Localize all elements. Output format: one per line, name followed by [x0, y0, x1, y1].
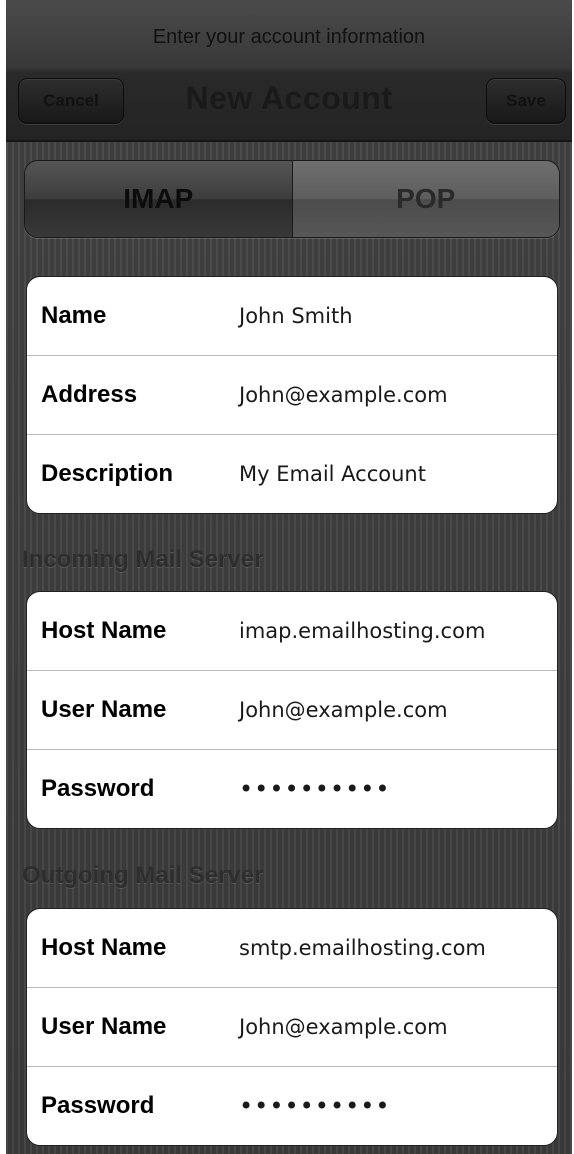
address-row[interactable]: Address John@example.com: [27, 356, 557, 435]
segment-pop[interactable]: POP: [292, 161, 559, 237]
outgoing-host-row[interactable]: Host Name smtp.emailhosting.com: [27, 909, 557, 988]
name-label: Name: [41, 302, 107, 329]
navigation-bar: Enter your account information Cancel Ne…: [6, 0, 572, 142]
incoming-user-label: User Name: [41, 696, 167, 723]
screen-content: Enter your account information Cancel Ne…: [6, 0, 572, 1154]
outgoing-user-label: User Name: [41, 1013, 167, 1040]
incoming-password-row[interactable]: Password ••••••••••: [27, 750, 557, 828]
name-field[interactable]: John Smith: [239, 277, 353, 355]
navigation-prompt: Enter your account information: [152, 26, 426, 48]
incoming-user-field[interactable]: John@example.com: [239, 671, 448, 749]
name-row[interactable]: Name John Smith: [27, 277, 557, 356]
incoming-password-field[interactable]: ••••••••••: [239, 750, 391, 828]
phone-screen: Enter your account information Cancel Ne…: [6, 0, 572, 1154]
description-label: Description: [41, 460, 174, 487]
incoming-server-group: Host Name imap.emailhosting.com User Nam…: [26, 591, 558, 829]
outgoing-password-row[interactable]: Password ••••••••••: [27, 1067, 557, 1145]
outgoing-user-row[interactable]: User Name John@example.com: [27, 988, 557, 1067]
outgoing-section-header: Outgoing Mail Server: [22, 862, 264, 889]
outgoing-host-label: Host Name: [41, 934, 167, 961]
outgoing-host-field[interactable]: smtp.emailhosting.com: [239, 909, 486, 987]
description-field[interactable]: My Email Account: [239, 435, 426, 513]
incoming-section-header: Incoming Mail Server: [22, 546, 264, 573]
incoming-host-field[interactable]: imap.emailhosting.com: [239, 592, 485, 670]
incoming-host-row[interactable]: Host Name imap.emailhosting.com: [27, 592, 557, 671]
incoming-password-label: Password: [41, 775, 155, 802]
outgoing-password-label: Password: [41, 1092, 155, 1119]
save-button[interactable]: Save: [486, 78, 566, 124]
address-field[interactable]: John@example.com: [239, 356, 448, 434]
outgoing-password-field[interactable]: ••••••••••: [239, 1067, 391, 1145]
segment-imap[interactable]: IMAP: [25, 161, 293, 237]
incoming-host-label: Host Name: [41, 617, 167, 644]
outgoing-user-field[interactable]: John@example.com: [239, 988, 448, 1066]
outgoing-server-group: Host Name smtp.emailhosting.com User Nam…: [26, 908, 558, 1146]
protocol-segmented-control: IMAP POP: [24, 160, 560, 238]
incoming-user-row[interactable]: User Name John@example.com: [27, 671, 557, 750]
account-info-group: Name John Smith Address John@example.com…: [26, 276, 558, 514]
address-label: Address: [41, 381, 138, 408]
description-row[interactable]: Description My Email Account: [27, 435, 557, 513]
